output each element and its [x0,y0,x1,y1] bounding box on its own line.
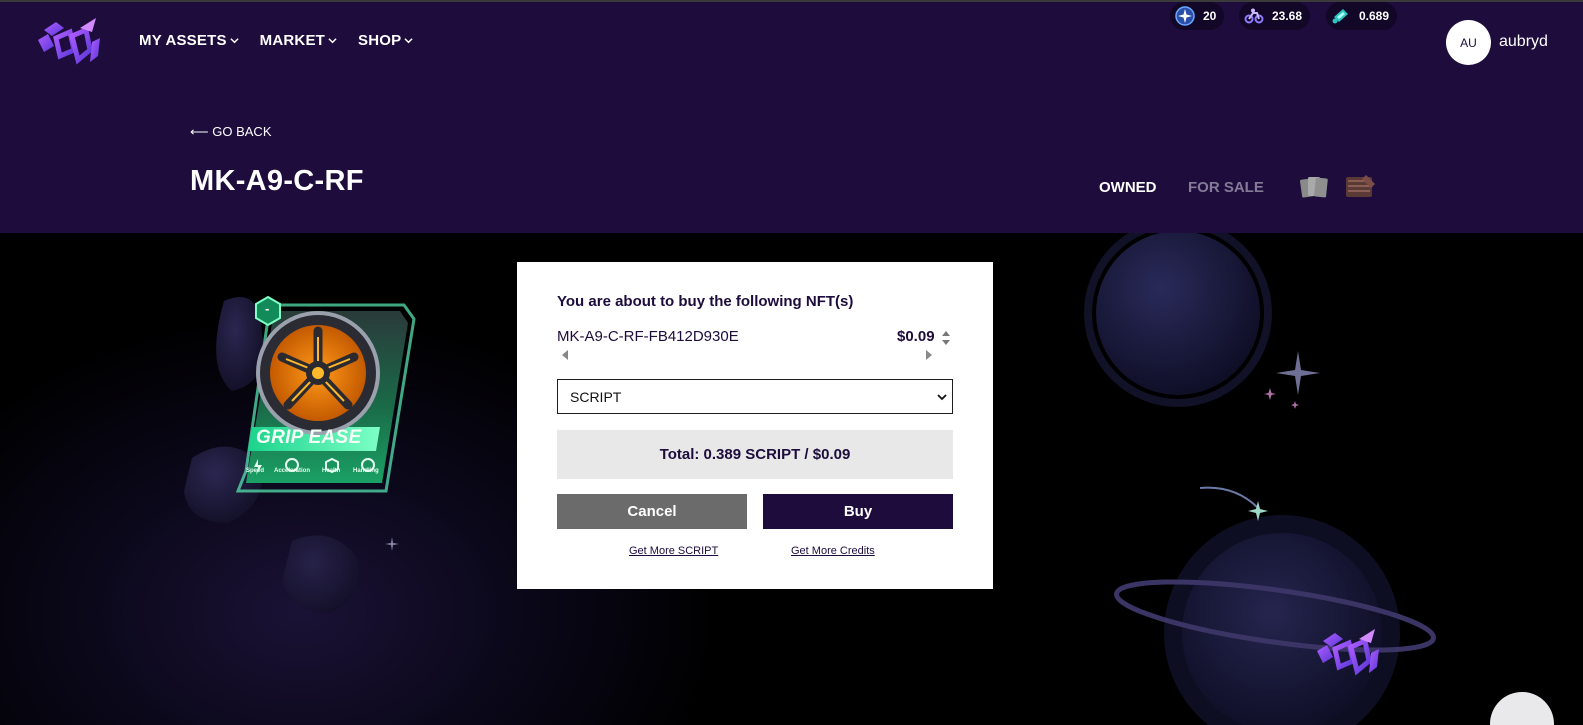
buy-button[interactable]: Buy [763,494,953,529]
card-stat-health: Health [322,468,341,474]
nav-market-label: MARKET [259,32,326,49]
avatar[interactable]: AU [1446,20,1491,65]
ticket-token-icon [1332,9,1348,24]
nav-my-assets[interactable]: MY ASSETS [139,32,239,49]
total-summary: Total: 0.389 SCRIPT / $0.09 [557,430,953,479]
currency-select-value: SCRIPT [570,388,622,405]
bike-token-icon [1244,8,1264,24]
chevron-down-icon [328,38,337,44]
balance-bike-value: 23.68 [1272,9,1303,23]
scroll-left-icon[interactable] [561,350,569,360]
watermark-logo-icon [1317,629,1379,676]
nav-my-assets-label: MY ASSETS [139,32,227,49]
balance-ticket-value: 0.689 [1359,9,1390,23]
balance-star-value: 20 [1203,9,1217,23]
tab-owned[interactable]: OWNED [1099,179,1157,196]
cards-view-icon[interactable] [1299,174,1329,200]
balance-ticket-token[interactable]: 0.689 [1326,2,1398,30]
garage-view-icon[interactable] [1344,173,1377,201]
price-input[interactable]: $0.09 [897,328,935,345]
scroll-right-icon[interactable] [925,350,933,360]
card-stat-acceleration: Acceleration [274,468,311,474]
balance-bike-token[interactable]: 23.68 [1239,2,1311,30]
nav-shop-label: SHOP [358,32,402,49]
card-level-badge: - [265,301,270,316]
header: MY ASSETS MARKET SHOP 20 23.68 0.689 AU … [0,2,1583,233]
balance-star-token[interactable]: 20 [1170,2,1225,30]
modal-heading: You are about to buy the following NFT(s… [557,293,854,310]
card-stat-speed: Speed [246,468,265,474]
price-stepper-icon[interactable] [941,329,951,347]
nft-id: MK-A9-C-RF-FB412D930E [557,328,739,345]
chevron-down-icon [937,394,947,401]
nft-card-image[interactable] [228,295,420,497]
brand-logo-icon[interactable] [34,16,104,66]
nav-market[interactable]: MARKET [260,32,337,49]
cancel-button[interactable]: Cancel [557,494,747,529]
main-nav: MY ASSETS MARKET SHOP [139,32,413,49]
chevron-down-icon [230,38,239,44]
card-name: GRIP EASE [256,427,362,448]
buy-modal: You are about to buy the following NFT(s… [517,262,993,589]
nav-shop[interactable]: SHOP [358,32,413,49]
tab-for-sale[interactable]: FOR SALE [1188,179,1264,196]
get-more-credits-link[interactable]: Get More Credits [791,545,875,557]
card-stat-handling: Handling [353,468,379,474]
star-token-icon [1175,6,1195,26]
page-title: MK-A9-C-RF [190,165,364,197]
go-back-link[interactable]: ⟵ GO BACK [190,124,272,140]
username[interactable]: aubryd [1499,33,1548,51]
get-more-script-link[interactable]: Get More SCRIPT [629,545,718,557]
currency-select[interactable]: SCRIPT [557,379,953,414]
chevron-down-icon [404,38,413,44]
